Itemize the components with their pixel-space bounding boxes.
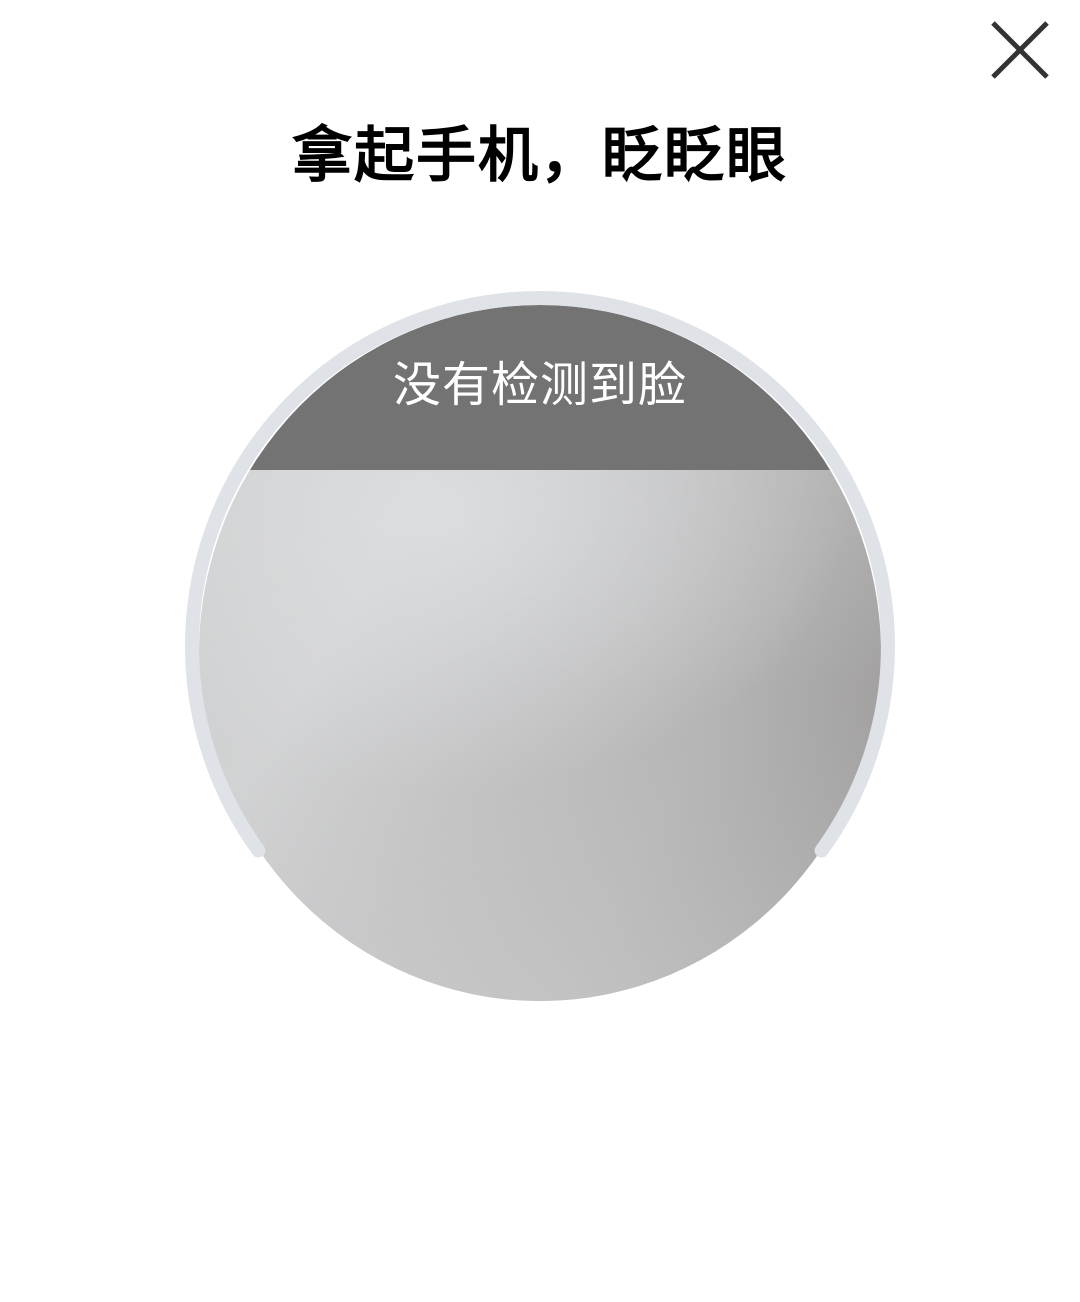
page-title: 拿起手机，眨眨眼	[292, 121, 788, 191]
close-button[interactable]	[988, 18, 1052, 82]
close-icon	[991, 21, 1049, 79]
progress-ring-arc	[185, 291, 895, 1001]
face-verification-screen: 拿起手机，眨眨眼 没有检测到脸	[0, 0, 1080, 1302]
progress-ring	[185, 291, 895, 1001]
